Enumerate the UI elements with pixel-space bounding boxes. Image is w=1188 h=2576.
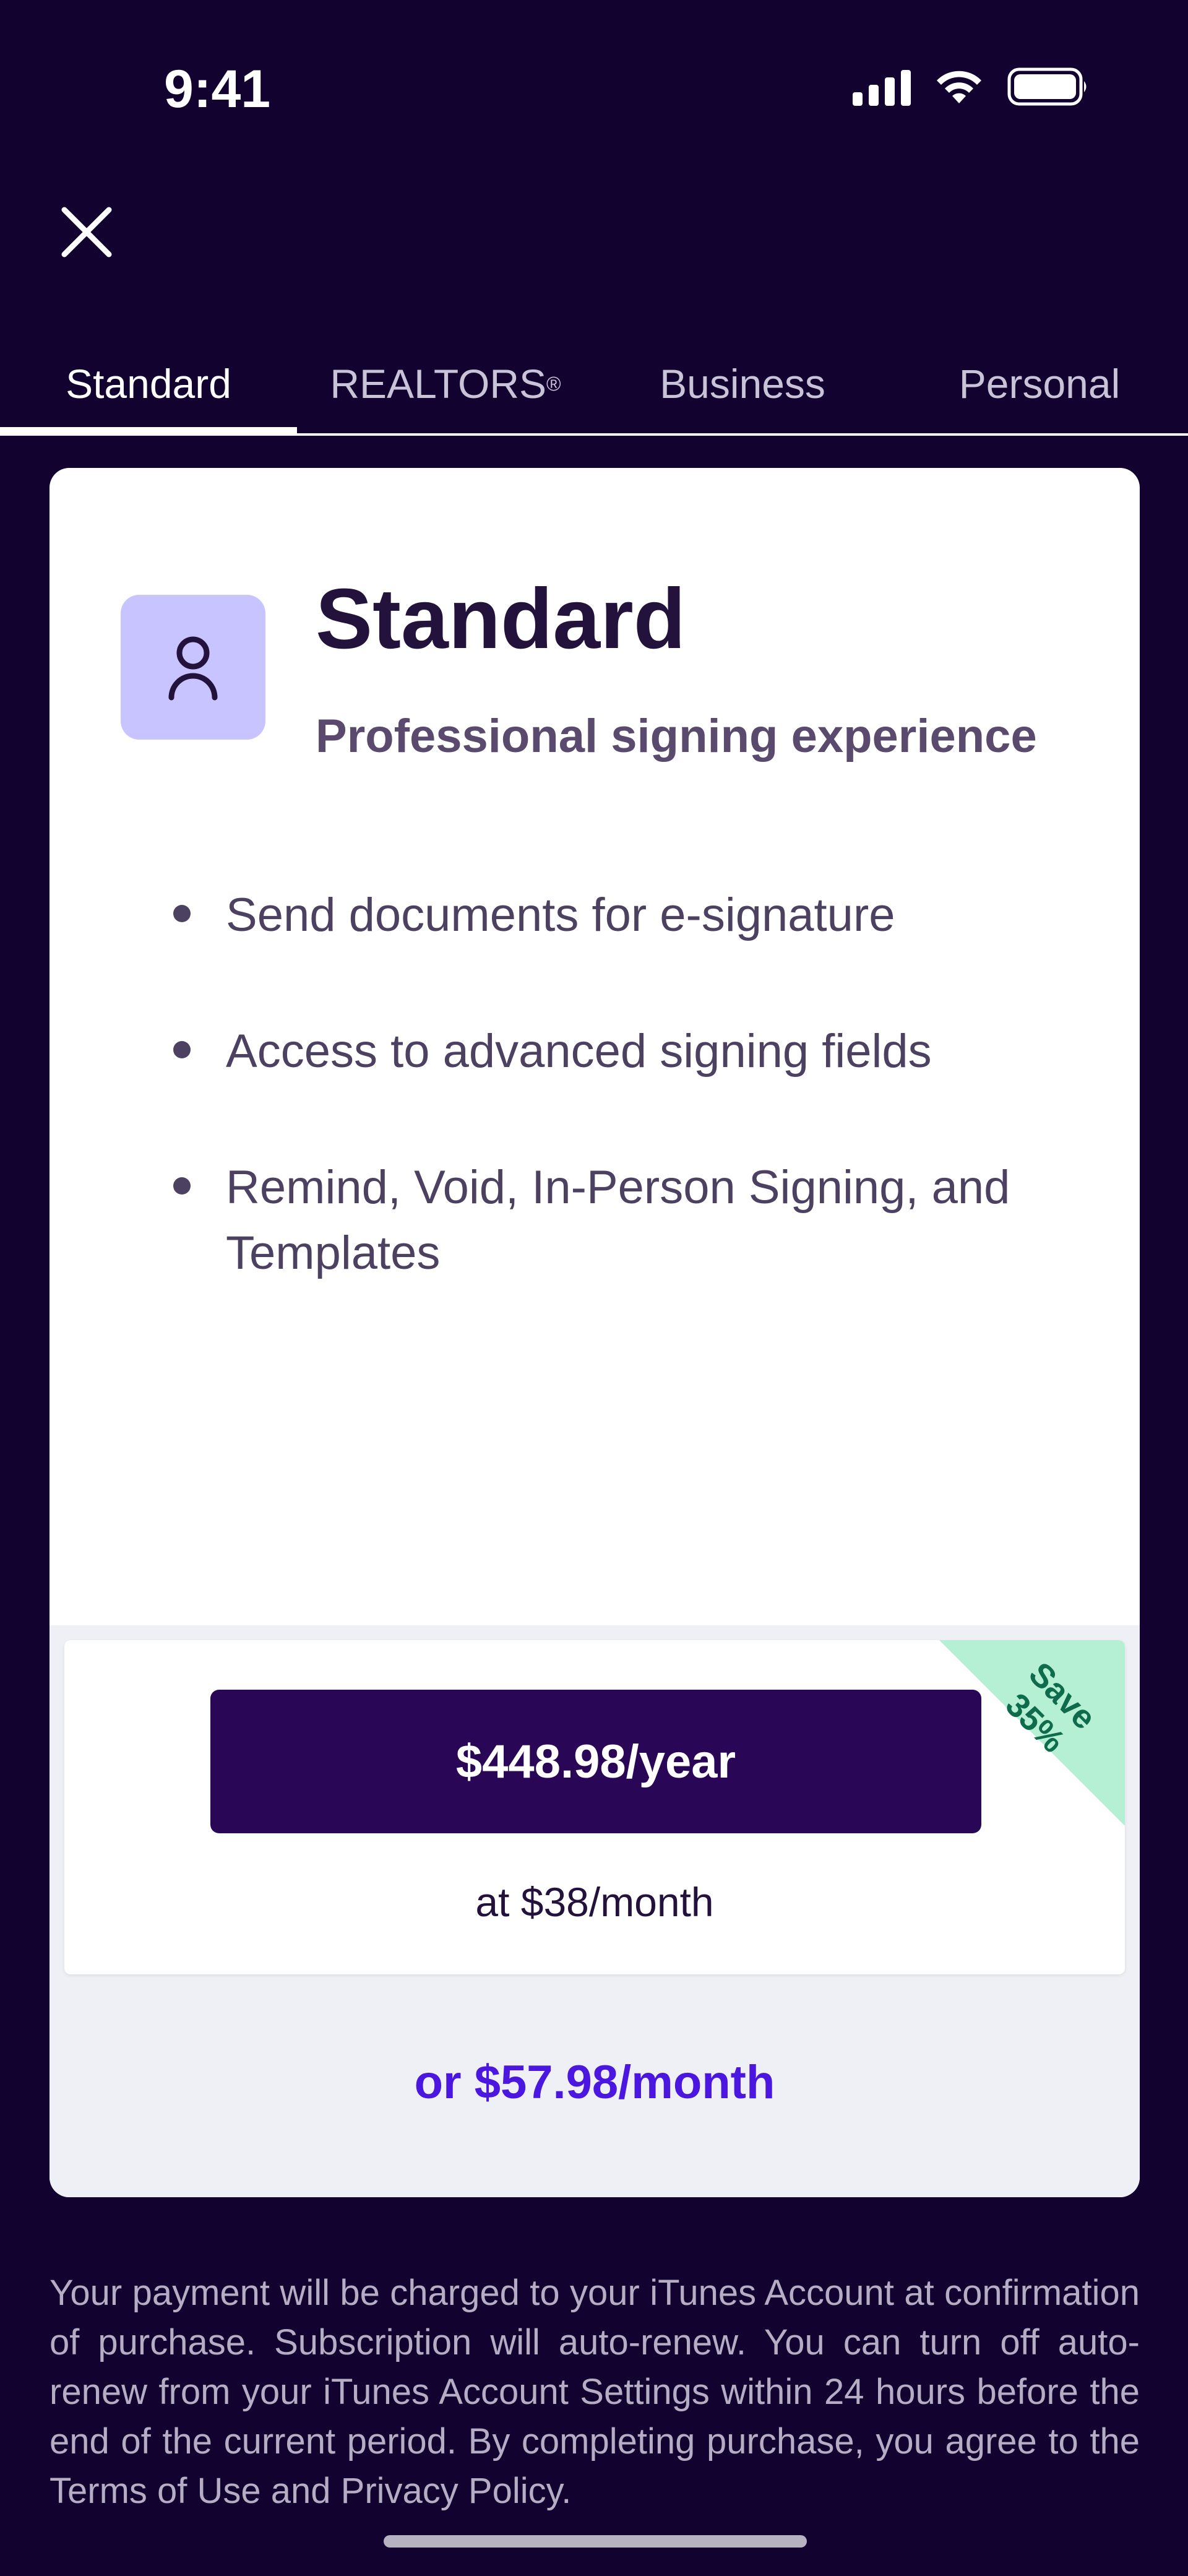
legal-text: Your payment will be charged to your iTu…	[50, 2273, 1140, 2511]
annual-plan-option[interactable]: Save 35% $448.98/year at $38/month	[64, 1640, 1125, 1974]
plan-subtitle: Professional signing experience	[316, 710, 1037, 763]
active-tab-indicator	[0, 427, 297, 436]
wifi-icon	[937, 71, 981, 103]
battery-icon	[1007, 67, 1087, 106]
feature-item: Remind, Void, In-Person Signing, and Tem…	[124, 1155, 1052, 1286]
bullet-icon	[173, 905, 191, 922]
status-bar: 9:41	[0, 0, 1188, 173]
user-icon	[168, 636, 218, 701]
tab-business[interactable]: Business	[594, 334, 891, 433]
tab-label: Standard	[66, 361, 231, 407]
tab-standard[interactable]: Standard	[0, 334, 297, 433]
feature-text: Access to advanced signing fields	[226, 1025, 932, 1078]
annual-per-month-text: at $38/month	[475, 1879, 714, 1925]
registered-mark: ®	[546, 372, 561, 395]
tab-realtors[interactable]: REALTORS ®	[297, 334, 594, 433]
feature-text: Send documents for e-signature	[226, 889, 895, 941]
close-icon	[61, 207, 112, 257]
plan-title: Standard	[316, 571, 686, 667]
bullet-icon	[173, 1041, 191, 1058]
plan-card: Standard Professional signing experience…	[50, 468, 1140, 2197]
status-icons	[853, 67, 1089, 106]
signal-icon	[853, 67, 911, 106]
bullet-icon	[173, 1177, 191, 1195]
plan-tabs: Standard REALTORS ® Business Personal	[0, 334, 1188, 437]
tab-personal[interactable]: Personal	[891, 334, 1188, 433]
feature-item: Send documents for e-signature	[124, 883, 1052, 948]
tab-label: Personal	[958, 361, 1121, 407]
plan-icon-badge	[121, 595, 265, 740]
monthly-plan-link[interactable]: or $57.98/month	[50, 2055, 1140, 2109]
status-time: 9:41	[164, 59, 271, 119]
close-button[interactable]	[56, 201, 118, 263]
tab-label: Business	[660, 361, 825, 407]
feature-item: Access to advanced signing fields	[124, 1019, 1052, 1084]
pricing-section: Save 35% $448.98/year at $38/month or $5…	[50, 1625, 1140, 2197]
feature-list: Send documents for e-signature Access to…	[124, 883, 1052, 1286]
home-indicator[interactable]	[384, 2535, 807, 2548]
annual-subscribe-button[interactable]: $448.98/year	[210, 1690, 981, 1833]
tab-label: REALTORS	[330, 361, 547, 407]
feature-text: Remind, Void, In-Person Signing, and Tem…	[226, 1161, 1010, 1279]
